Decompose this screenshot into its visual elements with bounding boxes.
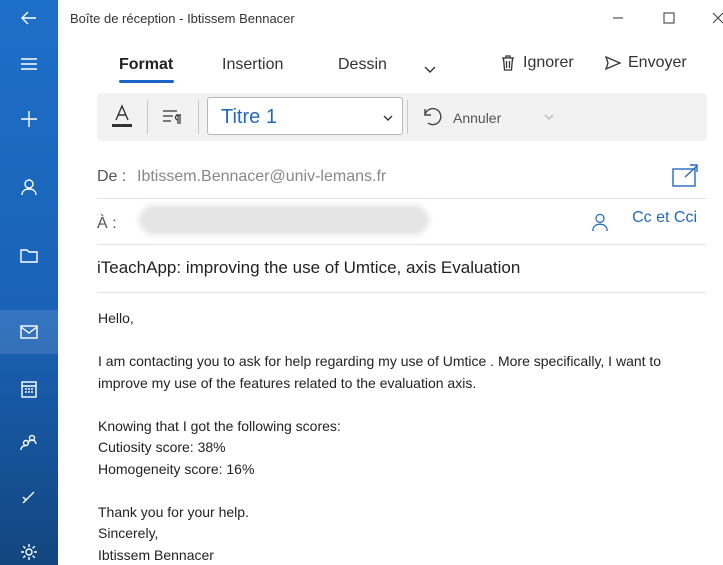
paragraph-style-select[interactable]: Titre 1 [207,97,403,135]
people-icon[interactable] [0,420,58,464]
send-label: Envoyer [628,54,687,71]
more-tabs-chevron-icon[interactable] [420,60,440,78]
undo-icon[interactable] [419,104,443,128]
body-paragraph: I am contacting you to ask for help rega… [98,353,662,391]
active-tab-indicator [119,80,174,83]
back-arrow-icon[interactable] [0,0,58,40]
todo-icon[interactable] [0,475,58,519]
divider [198,100,199,134]
format-toolbar: Titre 1 Annuler [97,93,707,141]
from-address[interactable]: Ibtissem.Bennacer@univ-lemans.fr [137,168,386,186]
subject-field[interactable]: iTeachApp: improving the use of Umtice, … [97,258,520,278]
body-signature: Ibtissem Bennacer [98,546,214,563]
pop-out-icon[interactable] [671,163,699,189]
to-row: À : Cc et Cci [97,200,707,245]
mail-icon[interactable] [0,310,58,354]
paragraph-format-icon[interactable] [159,105,185,129]
tab-format[interactable]: Format [119,56,173,74]
body-closing: Sincerely, [98,525,159,541]
discard-button[interactable]: Ignorer [499,54,574,72]
subject-row: iTeachApp: improving the use of Umtice, … [97,246,707,293]
body-greeting: Hello, [98,310,134,326]
tab-insertion[interactable]: Insertion [222,56,283,74]
cc-bcc-link[interactable]: Cc et Cci [632,209,697,227]
body-score-homogeneity: Homogeneity score: 16% [98,460,255,477]
contacts-icon[interactable] [590,211,610,233]
body-thanks: Thank you for your help. [98,503,249,520]
maximize-icon[interactable] [655,6,683,30]
discard-label: Ignorer [523,54,574,71]
left-rail [0,0,58,565]
message-body[interactable]: Hello, I am contacting you to ask for he… [98,308,710,565]
calendar-icon[interactable] [0,367,58,411]
body-score-curiosity: Cutiosity score: 38% [98,439,226,455]
window-title: Boîte de réception - Ibtissem Bennacer [70,11,295,26]
account-icon[interactable] [0,165,58,209]
undo-options-chevron-icon[interactable] [541,110,557,124]
compose-plus-icon[interactable] [0,97,58,141]
send-icon [604,55,622,71]
undo-button[interactable]: Annuler [453,110,501,126]
body-scores-intro: Knowing that I got the following scores: [98,417,341,434]
trash-icon [502,55,514,71]
from-label: De : [97,168,127,185]
divider [147,100,148,134]
to-label: À : [97,215,117,232]
minimize-icon[interactable] [604,6,632,30]
settings-icon[interactable] [0,530,58,565]
paragraph-style-value: Titre 1 [221,106,277,128]
chevron-down-icon [382,111,394,129]
divider [407,100,408,134]
send-button[interactable]: Envoyer [604,54,687,72]
to-recipients-redacted[interactable] [139,205,429,235]
title-bar: Boîte de réception - Ibtissem Bennacer [58,0,723,38]
from-row: De : Ibtissem.Bennacer@univ-lemans.fr [97,155,707,199]
tab-dessin[interactable]: Dessin [338,56,387,74]
menu-icon[interactable] [0,42,58,86]
folder-icon[interactable] [0,233,58,277]
close-icon[interactable] [704,6,723,30]
font-color-icon[interactable] [109,101,135,131]
